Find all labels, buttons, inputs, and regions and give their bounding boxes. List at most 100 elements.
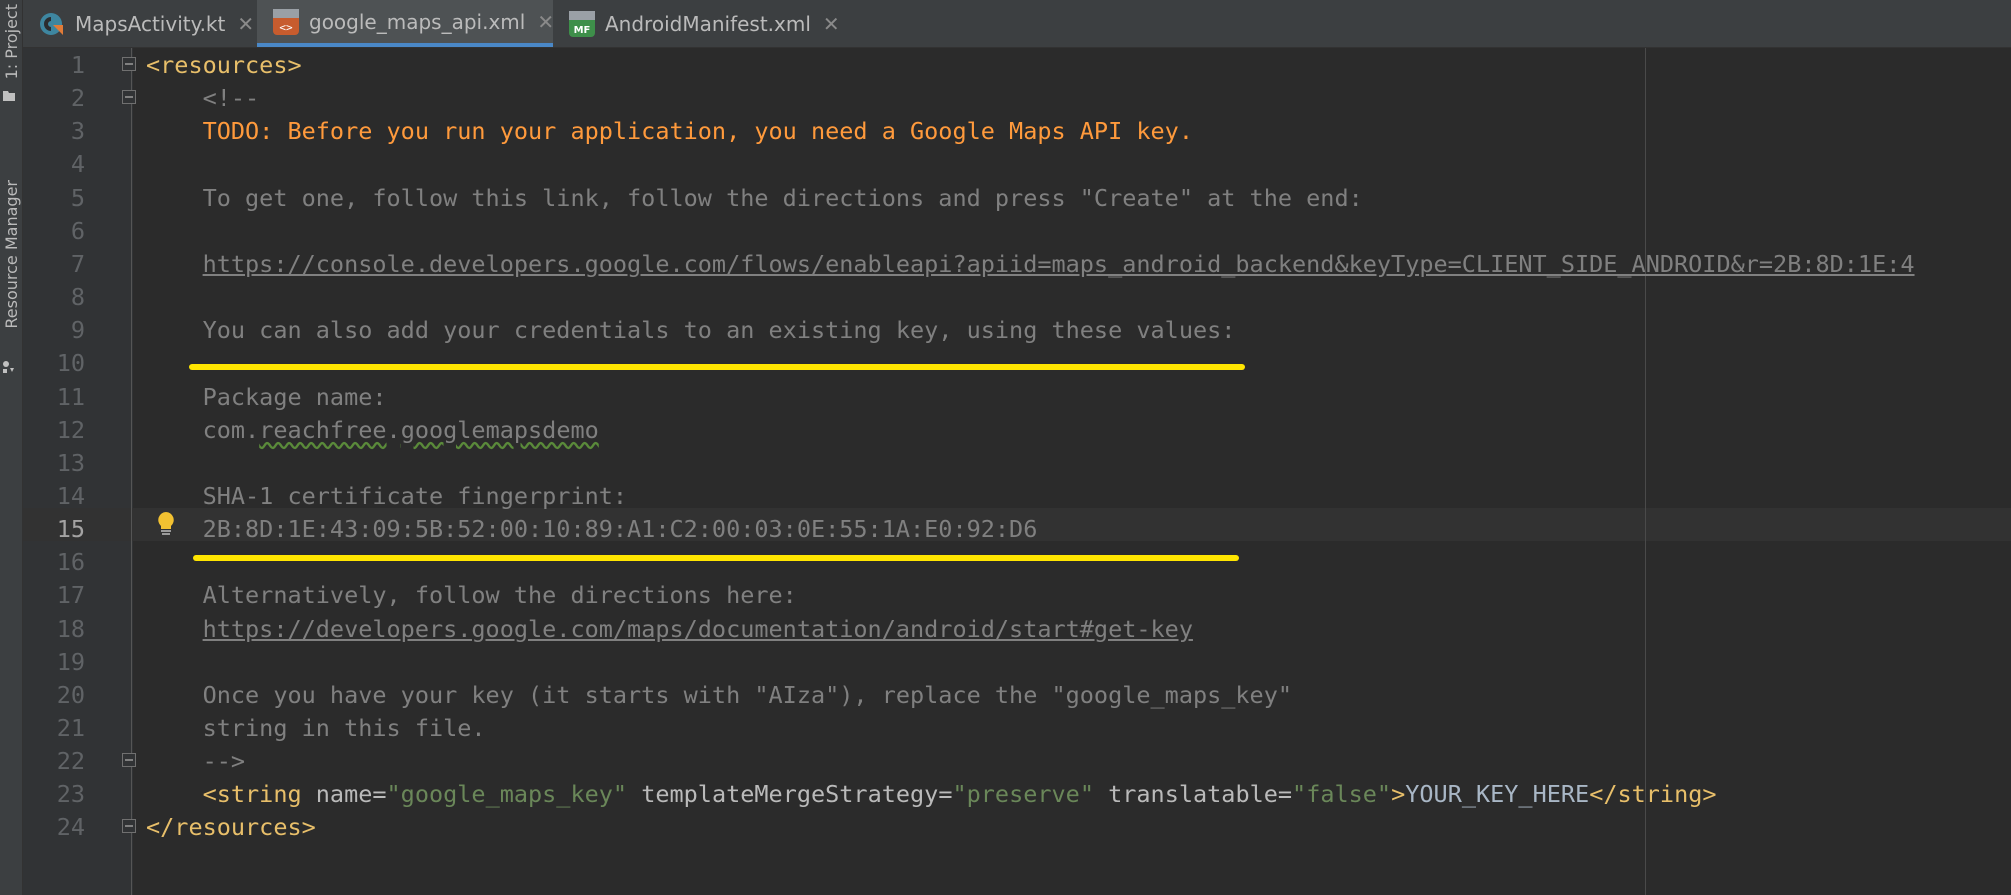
code-token: TODO: Before you run your application, y…: [146, 117, 1193, 146]
code-text: Package name:: [146, 381, 387, 414]
code-token: </resources>: [146, 813, 316, 842]
code-line[interactable]: 22 -->: [23, 745, 2011, 778]
code-line[interactable]: 14 SHA-1 certificate fingerprint:: [23, 480, 2011, 513]
code-token[interactable]: https://developers.google.com/maps/docum…: [203, 615, 1193, 643]
code-line[interactable]: 23 <string name="google_maps_key" templa…: [23, 778, 2011, 811]
code-token: reachfree: [259, 415, 387, 444]
code-token: Alternatively, follow the directions her…: [146, 581, 797, 610]
line-number: 18: [56, 614, 85, 643]
resource-manager-tool-tab[interactable]: Resource Manager: [0, 180, 22, 380]
code-token: You can also add your credentials to an …: [146, 316, 1236, 345]
code-editor[interactable]: 1 <resources> 2 <!-- 3 TODO: Before you run…: [23, 48, 2011, 895]
code-line[interactable]: 24 </resources>: [23, 811, 2011, 844]
code-line[interactable]: 17 Alternatively, follow the directions …: [23, 579, 2011, 612]
line-number: 6: [70, 216, 85, 245]
code-token: 2B:8D:1E:43:09:5B:52:00:10:89:A1:C2:00:0…: [146, 515, 1038, 544]
line-number: 9: [70, 316, 85, 345]
code-line[interactable]: 3 TODO: Before you run your application,…: [23, 115, 2011, 148]
code-text: string in this file.: [146, 712, 486, 745]
code-line[interactable]: 19: [23, 646, 2011, 679]
line-number: 7: [70, 249, 85, 278]
code-token: >: [1391, 780, 1406, 809]
line-number: 21: [56, 714, 85, 742]
line-number: 24: [56, 813, 85, 842]
project-tool-tab[interactable]: 1: Project: [0, 4, 22, 108]
code-text: Alternatively, follow the directions her…: [146, 579, 797, 612]
code-token: </string>: [1589, 780, 1717, 809]
line-number: 11: [56, 382, 85, 411]
close-icon[interactable]: ✕: [823, 12, 840, 36]
yellow-highlight-line: [189, 364, 1245, 370]
code-text: https://developers.google.com/maps/docum…: [146, 613, 1193, 646]
code-token: <!--: [146, 84, 260, 113]
project-tool-label: 1: Project: [2, 4, 21, 80]
code-token: YOUR_KEY_HERE: [1405, 780, 1590, 809]
yellow-highlight-line: [193, 555, 1239, 561]
code-token: .: [386, 415, 401, 444]
fold-icon[interactable]: [122, 90, 136, 105]
code-text: com.reachfree.googlemapsdemo: [146, 414, 599, 447]
folder-icon: [3, 91, 15, 101]
line-number: 20: [56, 680, 85, 709]
code-token: name=: [315, 780, 387, 809]
code-line[interactable]: 5 To get one, follow this link, follow t…: [23, 182, 2011, 215]
code-token: Package name:: [146, 382, 387, 411]
code-token: "false": [1292, 780, 1392, 809]
code-line[interactable]: 13: [23, 447, 2011, 480]
tab-maps-activity[interactable]: MapsActivity.kt ✕: [23, 0, 257, 47]
code-token: <string: [146, 780, 316, 809]
tab-label: google_maps_api.xml: [309, 9, 526, 34]
xml-file-icon: <>: [273, 8, 299, 35]
lightbulb-icon[interactable]: [157, 511, 175, 537]
line-number: 4: [70, 150, 85, 179]
fold-icon[interactable]: [122, 819, 136, 834]
code-token: string in this file.: [146, 714, 486, 742]
fold-icon[interactable]: [122, 57, 136, 71]
resource-manager-icon: [3, 361, 14, 373]
code-token: "google_maps_key": [386, 780, 628, 809]
line-number: 1: [70, 51, 85, 79]
line-number: 15: [56, 515, 85, 544]
code-line[interactable]: 6: [23, 215, 2011, 248]
code-token: Once you have your key (it starts with "…: [146, 680, 1293, 709]
svg-text:MF: MF: [574, 25, 591, 36]
line-number: 8: [70, 283, 85, 312]
code-text: <!--: [146, 82, 260, 115]
code-text: <string name="google_maps_key" templateM…: [146, 778, 1717, 811]
line-number: 5: [70, 183, 85, 212]
close-icon[interactable]: ✕: [237, 12, 254, 36]
code-line[interactable]: 4: [23, 148, 2011, 181]
code-line[interactable]: 21 string in this file.: [23, 712, 2011, 745]
line-number: 19: [56, 647, 85, 676]
tab-label: MapsActivity.kt: [75, 11, 226, 36]
kotlin-file-icon: [39, 10, 65, 37]
code-token: googlemapsdemo: [400, 415, 599, 444]
code-line[interactable]: 2 <!--: [23, 82, 2011, 115]
line-number: 2: [70, 84, 85, 113]
code-token: translatable=: [1093, 780, 1293, 809]
code-text: 2B:8D:1E:43:09:5B:52:00:10:89:A1:C2:00:0…: [146, 513, 1038, 546]
code-line[interactable]: 12 com.reachfree.googlemapsdemo: [23, 414, 2011, 447]
svg-text:<>: <>: [279, 21, 293, 34]
code-line[interactable]: 20 Once you have your key (it starts wit…: [23, 679, 2011, 712]
code-line[interactable]: 8: [23, 281, 2011, 314]
line-number: 22: [56, 747, 85, 776]
code-text: SHA-1 certificate fingerprint:: [146, 480, 627, 513]
code-token: -->: [146, 747, 246, 776]
code-token: templateMergeStrategy=: [627, 780, 953, 809]
line-number: 13: [56, 448, 85, 477]
fold-icon[interactable]: [122, 753, 136, 768]
tab-android-manifest[interactable]: MF AndroidManifest.xml ✕: [553, 0, 840, 47]
code-line[interactable]: 11 Package name:: [23, 381, 2011, 414]
code-line[interactable]: 9 You can also add your credentials to a…: [23, 314, 2011, 347]
code-line[interactable]: 7 https://console.developers.google.com/…: [23, 248, 2011, 281]
code-token[interactable]: https://console.developers.google.com/fl…: [203, 250, 1915, 278]
code-line[interactable]: 18 https://developers.google.com/maps/do…: [23, 613, 2011, 646]
code-text: TODO: Before you run your application, y…: [146, 115, 1193, 148]
tab-google-maps-api[interactable]: <> google_maps_api.xml ✕: [257, 0, 554, 47]
code-line[interactable]: 15 2B:8D:1E:43:09:5B:52:00:10:89:A1:C2:0…: [23, 513, 2011, 546]
close-icon[interactable]: ✕: [537, 10, 554, 34]
code-line[interactable]: 1 <resources>: [23, 49, 2011, 82]
code-line[interactable]: 16: [23, 546, 2011, 579]
